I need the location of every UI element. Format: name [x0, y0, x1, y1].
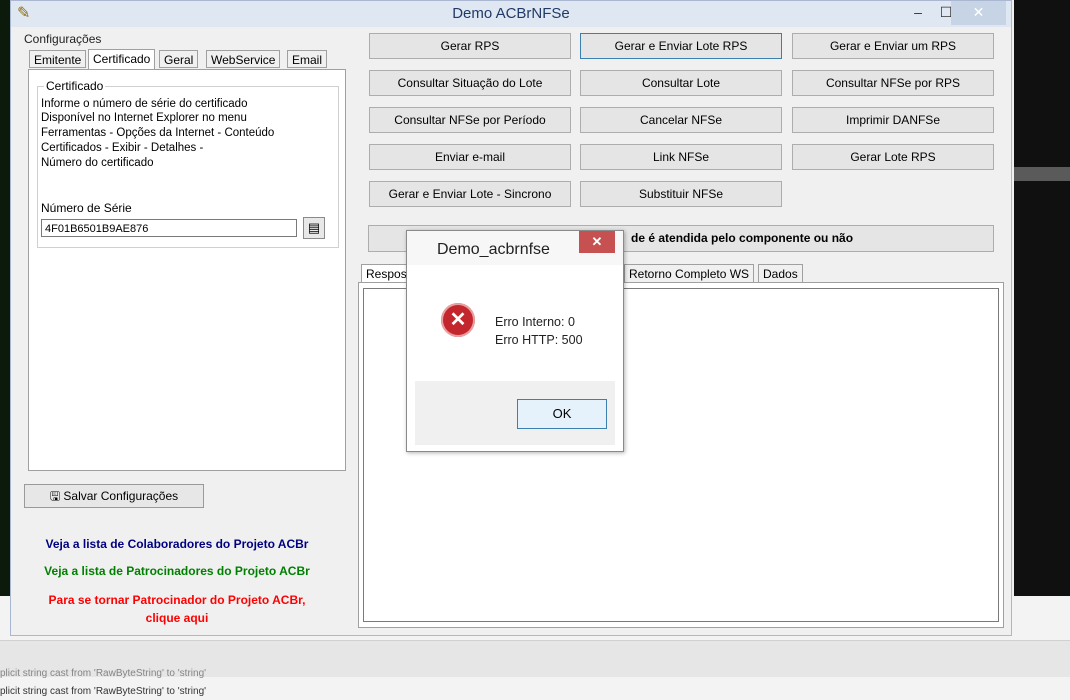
log-line: plicit string cast from 'RawByteString' …	[0, 686, 207, 697]
consultar-lote-button[interactable]: Consultar Lote	[580, 70, 782, 96]
error-message-http: Erro HTTP: 500	[495, 333, 583, 347]
ok-button[interactable]: OK	[517, 399, 607, 429]
background-scrollbar	[1014, 167, 1070, 181]
error-dialog: Demo_acbrnfse ✕ ✕ Erro Interno: 0 Erro H…	[406, 230, 624, 452]
error-message-internal: Erro Interno: 0	[495, 315, 575, 329]
dialog-title: Demo_acbrnfse	[437, 241, 550, 258]
cancelar-nfse-button[interactable]: Cancelar NFSe	[580, 107, 782, 133]
cert-info-line: Ferramentas - Opções da Internet - Conte…	[41, 127, 275, 139]
enviar-email-button[interactable]: Enviar e-mail	[369, 144, 571, 170]
acbr-app-icon: ✎	[17, 5, 31, 22]
save-config-button[interactable]: 🖫 Salvar Configurações	[24, 484, 204, 508]
title-bar: Demo ACBrNFSe ✎ – ☐ ✕	[11, 1, 1011, 27]
minimize-button[interactable]: –	[904, 1, 932, 25]
tab-geral[interactable]: Geral	[159, 50, 199, 68]
gerar-rps-button[interactable]: Gerar RPS	[369, 33, 571, 59]
dialog-body: ✕ Erro Interno: 0 Erro HTTP: 500	[415, 267, 615, 379]
tab-resposta[interactable]: Respos	[361, 264, 412, 284]
background-terminal-strip	[0, 0, 10, 596]
imprimir-danfse-button[interactable]: Imprimir DANFSe	[792, 107, 994, 133]
serial-number-input[interactable]: 4F01B6501B9AE876	[41, 219, 297, 237]
consultar-nfse-periodo-button[interactable]: Consultar NFSe por Período	[369, 107, 571, 133]
tab-webservice[interactable]: WebService	[206, 50, 281, 68]
browse-certificate-button[interactable]: ▤	[303, 217, 325, 239]
config-group-label: Configurações	[22, 32, 104, 46]
background-terminal-panel	[1014, 0, 1070, 596]
dialog-close-button[interactable]: ✕	[579, 231, 615, 253]
tab-email[interactable]: Email	[287, 50, 328, 68]
close-button[interactable]: ✕	[951, 1, 1006, 25]
cert-info-line: Informe o número de série do certificado	[41, 98, 248, 110]
tab-certificado[interactable]: Certificado	[88, 49, 156, 70]
become-sponsor-link[interactable]: Para se tornar Patrocinador do Projeto A…	[18, 591, 336, 627]
substituir-nfse-button[interactable]: Substituir NFSe	[580, 181, 782, 207]
log-line: plicit string cast from 'RawByteString' …	[0, 668, 207, 679]
link-nfse-button[interactable]: Link NFSe	[580, 144, 782, 170]
save-config-label: Salvar Configurações	[63, 489, 179, 503]
consultar-nfse-rps-button[interactable]: Consultar NFSe por RPS	[792, 70, 994, 96]
tab-dados[interactable]: Dados	[758, 264, 803, 283]
cert-info-line: Disponível no Internet Explorer no menu	[41, 112, 247, 124]
certificado-group-title: Certificado	[44, 79, 106, 93]
save-icon: 🖫	[49, 489, 64, 503]
sponsors-link[interactable]: Veja a lista de Patrocinadores do Projet…	[18, 564, 336, 578]
become-sponsor-line1: Para se tornar Patrocinador do Projeto A…	[48, 593, 306, 607]
gerar-enviar-sincrono-button[interactable]: Gerar e Enviar Lote - Sincrono	[369, 181, 571, 207]
become-sponsor-line2: clique aqui	[145, 611, 209, 625]
serial-label: Número de Série	[41, 201, 132, 215]
error-icon: ✕	[441, 303, 475, 337]
cert-info-line: Certificados - Exibir - Detalhes -	[41, 142, 204, 154]
dialog-title-bar: Demo_acbrnfse ✕	[407, 231, 623, 265]
tab-retorno-completo[interactable]: Retorno Completo WS	[624, 264, 755, 283]
folder-icon: ▤	[307, 220, 321, 235]
consultar-situacao-lote-button[interactable]: Consultar Situação do Lote	[369, 70, 571, 96]
window-title: Demo ACBrNFSe	[452, 5, 570, 22]
collaborators-link[interactable]: Veja a lista de Colaboradores do Projeto…	[18, 537, 336, 551]
cert-info-line: Número do certificado	[41, 157, 154, 169]
gerar-enviar-lote-button[interactable]: Gerar e Enviar Lote RPS	[580, 33, 782, 59]
certificado-tab-panel: Certificado Informe o número de série do…	[28, 69, 346, 471]
gerar-enviar-um-rps-button[interactable]: Gerar e Enviar um RPS	[792, 33, 994, 59]
tab-emitente[interactable]: Emitente	[29, 50, 87, 68]
gerar-lote-rps-button[interactable]: Gerar Lote RPS	[792, 144, 994, 170]
certificado-group: Certificado Informe o número de série do…	[37, 79, 339, 248]
